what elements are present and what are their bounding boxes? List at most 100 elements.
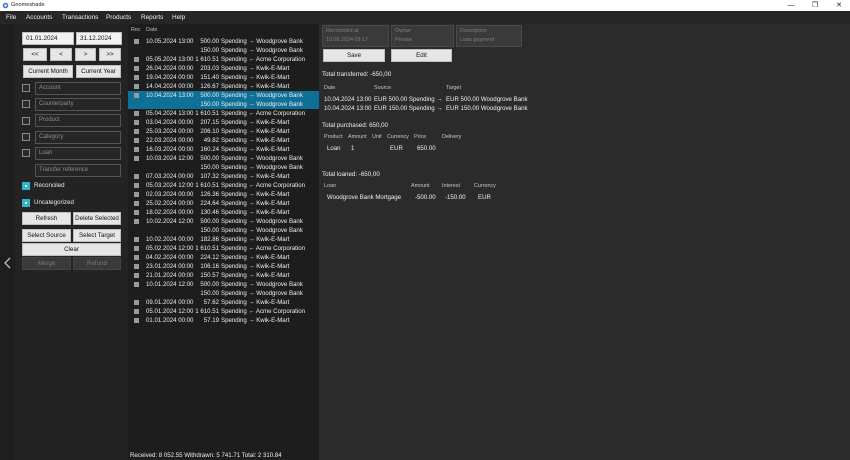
next-month-button[interactable]: > [75,48,96,61]
loans-header-currency[interactable]: Currency [474,183,496,189]
date-column-header[interactable]: Date [146,27,157,33]
clear-button[interactable]: Clear [22,243,121,256]
purchase-row-amount[interactable]: 1 [351,145,354,152]
reconciled-checkbox[interactable] [134,246,139,251]
transaction-row[interactable]: 10.01.2024 12:00 500.00 Spending → Woodgro… [128,280,319,289]
transaction-row[interactable]: 16.03.2024 00:00 160.24 Spending → Kwik-E-… [128,145,319,154]
transaction-row[interactable]: 21.01.2024 00:00 150.57 Spending → Kwik-E-… [128,271,319,280]
transaction-row[interactable]: 25.02.2024 00:00 224.64 Spending → Kwik-E-… [128,199,319,208]
transaction-row[interactable]: 03.04.2024 00:00 207.15 Spending → Kwik-E-… [128,118,319,127]
current-year-button[interactable]: Current Year [76,65,121,78]
from-date-input[interactable]: 01.01.2024 [22,32,74,45]
reconciled-checkbox[interactable] [134,156,139,161]
transfers-header-date[interactable]: Date [324,85,335,91]
product-filter-checkbox[interactable] [22,117,30,125]
transaction-row[interactable]: 09.01.2024 00:00 57.62 Spending → Kwik-E-M… [128,298,319,307]
transaction-row[interactable]: 05.02.2024 12:00 1 610.51 Spending ← Acme … [128,244,319,253]
reconciled-checkbox[interactable] [134,129,139,134]
purchases-header-price[interactable]: Price [414,134,426,140]
transaction-row[interactable]: 05.03.2024 12:00 1 610.51 Spending ← Acme … [128,181,319,190]
select-source-button[interactable]: Select Source [22,229,71,242]
reconciled-checkbox[interactable] [134,120,139,125]
transaction-row[interactable]: 150.00 Spending → Woodgrove Bank [128,46,319,55]
loans-header-interest[interactable]: Interest [442,183,460,189]
loan-row-amount[interactable]: -500.00 [415,194,436,201]
refresh-button[interactable]: Refresh [22,212,71,225]
transaction-row[interactable]: 19.04.2024 00:00 151.40 Spending → Kwik-E-… [128,73,319,82]
reconciled-checkbox[interactable] [134,201,139,206]
uncategorized-checkbox[interactable] [22,199,30,207]
pane-toggle[interactable] [0,24,15,460]
refund-button[interactable]: Refund [73,257,121,270]
reconciled-checkbox[interactable] [134,192,139,197]
transaction-row[interactable]: 07.03.2024 00:00 107.32 Spending → Kwik-E-… [128,172,319,181]
reconciled-column-header[interactable]: Rec [131,27,141,33]
reconciled-checkbox[interactable] [134,75,139,80]
reconciled-checkbox[interactable] [134,57,139,62]
close-button[interactable]: ✕ [829,0,849,11]
transaction-row[interactable]: 04.02.2024 00:00 224.12 Spending → Kwik-E-… [128,253,319,262]
transaction-row[interactable]: 10.05.2024 13:00 500.00 Spending → Woodgro… [128,37,319,46]
minimize-button[interactable]: — [781,0,801,11]
transaction-row[interactable]: 10.04.2024 13:00 500.00 Spending → Woodgro… [128,91,319,100]
reconciled-checkbox[interactable] [134,282,139,287]
purchase-row-price[interactable]: 650.00 [417,145,436,152]
edit-button[interactable]: Edit [391,49,452,62]
purchase-row-currency[interactable]: EUR [390,145,403,152]
transfer-row-source[interactable]: EUR 150.00 Spending → [374,105,442,112]
chevron-left-icon[interactable] [3,257,13,269]
purchases-header-currency[interactable]: Currency [387,134,409,140]
reconciled-checkbox[interactable] [134,39,139,44]
loan-row-currency[interactable]: EUR [478,194,491,201]
select-target-button[interactable]: Select Target [73,229,121,242]
transaction-row[interactable]: 150.00 Spending → Woodgrove Bank [128,289,319,298]
product-filter-input[interactable]: Product [35,114,121,127]
transaction-row[interactable]: 150.00 Spending → Woodgrove Bank [128,163,319,172]
category-filter-input[interactable]: Category [35,131,121,144]
category-filter-checkbox[interactable] [22,133,30,141]
purchases-header-delivery[interactable]: Delivery [442,134,461,140]
transfers-header-source[interactable]: Source [374,85,391,91]
loan-filter-input[interactable]: Loan [35,147,121,160]
transfer-row-date[interactable]: 10.04.2024 13:00 [324,96,371,103]
next-year-button[interactable]: >> [99,48,121,61]
menu-transactions[interactable]: Transactions [62,14,98,21]
transaction-row[interactable]: 22.03.2024 00:00 49.82 Spending → Kwik-E-M… [128,136,319,145]
account-filter-checkbox[interactable] [22,84,30,92]
transaction-row[interactable]: 10.02.2024 12:00 500.00 Spending → Woodgro… [128,217,319,226]
purchases-header-amount[interactable]: Amount [348,134,367,140]
loans-header-loan[interactable]: Loan [324,183,336,189]
reconciled-checkbox[interactable] [134,273,139,278]
transaction-row[interactable]: 05.01.2024 12:00 1 610.51 Spending ← Acme … [128,307,319,316]
counterparty-filter-checkbox[interactable] [22,100,30,108]
transaction-row[interactable]: 150.00 Spending → Woodgrove Bank [128,226,319,235]
menu-products[interactable]: Products [106,14,131,21]
previous-month-button[interactable]: < [50,48,72,61]
reconciled-checkbox[interactable] [134,300,139,305]
purchase-row-product[interactable]: Loan [327,145,341,152]
reconciled-checkbox[interactable] [134,66,139,71]
purchases-header-unit[interactable]: Unit [372,134,382,140]
maximize-button[interactable]: ❐ [805,0,825,11]
transaction-row[interactable]: 150.00 Spending → Woodgrove Bank [128,100,319,109]
reconciled-checkbox[interactable] [134,255,139,260]
menu-file[interactable]: File [6,14,16,21]
reconciled-checkbox[interactable] [134,93,139,98]
transaction-row[interactable]: 05.05.2024 13:00 1 610.51 Spending ← Acme … [128,55,319,64]
transaction-row[interactable]: 14.04.2024 00:00 126.67 Spending → Kwik-E-… [128,82,319,91]
account-filter-input[interactable]: Account [35,82,121,95]
transaction-row[interactable]: 26.04.2024 00:00 203.03 Spending → Kwik-E-… [128,64,319,73]
to-date-input[interactable]: 31.12.2024 [76,32,122,45]
reconciled-checkbox[interactable] [134,111,139,116]
reconciled-checkbox[interactable] [134,318,139,323]
transaction-row[interactable]: 10.02.2024 00:00 182.86 Spending → Kwik-E-… [128,235,319,244]
loan-row-name[interactable]: Woodgrove Bank Mortgage [327,194,401,201]
transfer-row-target[interactable]: EUR 500.00 Woodgrove Bank [446,96,528,103]
transaction-row[interactable]: 25.03.2024 00:00 206.10 Spending → Kwik-E-… [128,127,319,136]
menu-reports[interactable]: Reports [141,14,163,21]
loan-row-interest[interactable]: -150.00 [445,194,466,201]
reconciled-checkbox[interactable] [134,309,139,314]
reconciled-checkbox[interactable] [134,138,139,143]
reconciled-checkbox[interactable] [134,237,139,242]
previous-year-button[interactable]: << [23,48,47,61]
